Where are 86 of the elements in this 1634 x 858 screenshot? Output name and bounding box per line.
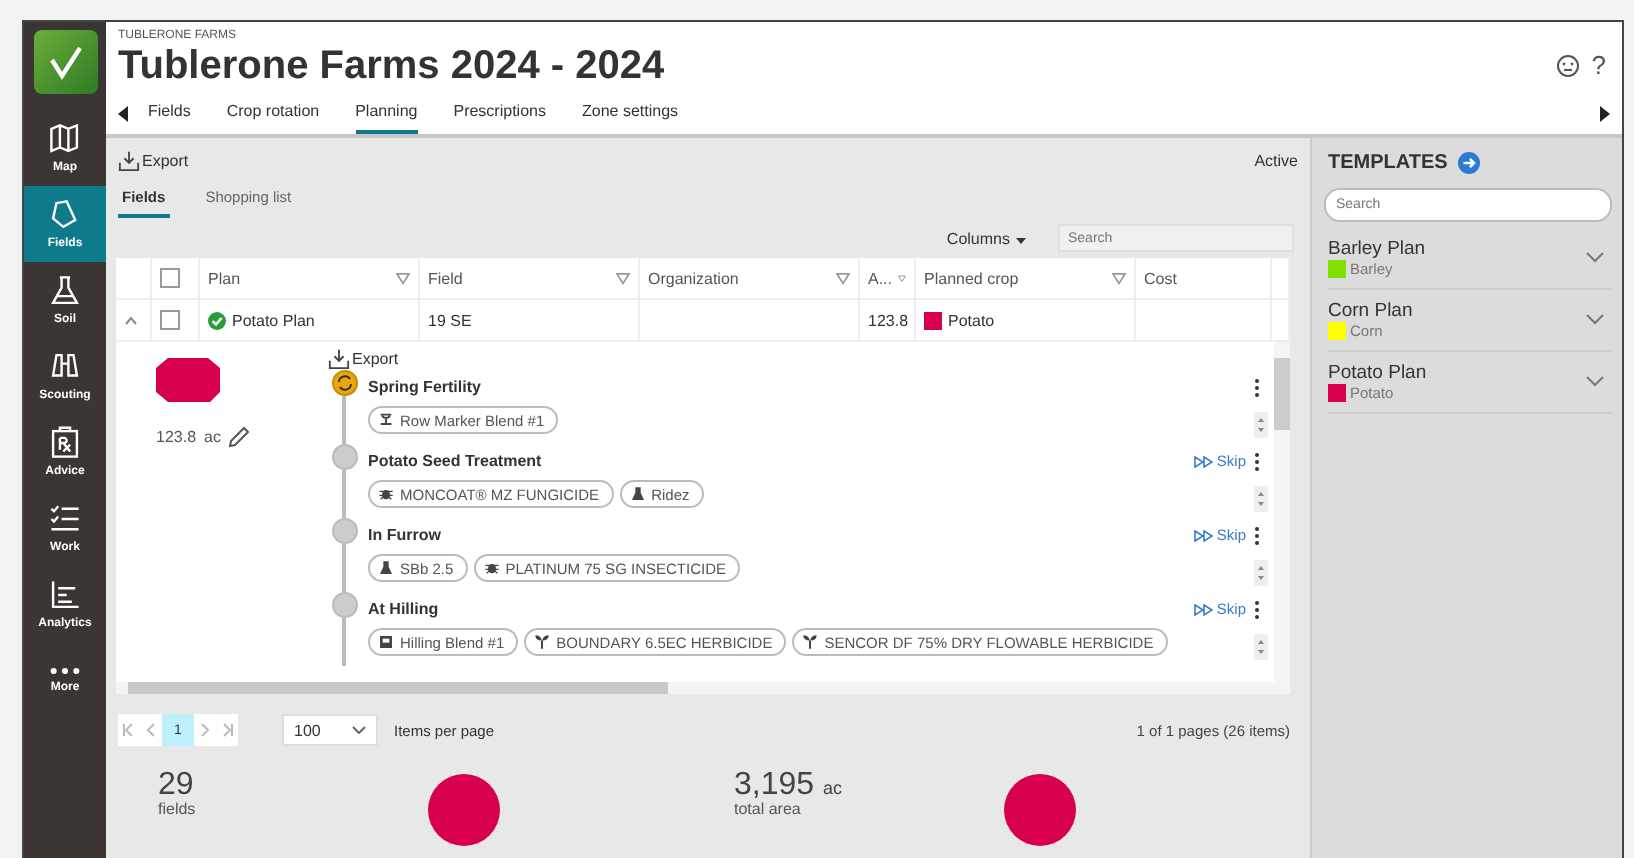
skip-icon	[1194, 529, 1215, 541]
tab[interactable]: Zone settings	[581, 94, 679, 134]
download-icon	[328, 348, 350, 370]
template-name[interactable]: Barley Plan	[1328, 238, 1426, 260]
bug-icon	[483, 560, 500, 576]
download-icon	[118, 150, 140, 172]
row-checkbox[interactable]	[160, 310, 180, 330]
help-button[interactable]: ?	[1591, 50, 1606, 80]
flask-icon	[378, 560, 394, 576]
columns-dropdown[interactable]: Columns	[934, 227, 1038, 249]
field-shape	[156, 358, 220, 402]
table-cell: 19 SE	[420, 300, 640, 340]
column-header[interactable]: Organization	[640, 258, 860, 298]
bug-icon	[378, 486, 394, 502]
page-size-dropdown[interactable]: 100	[282, 714, 378, 746]
step-name: At Hilling	[368, 600, 441, 618]
flask-icon	[48, 274, 82, 308]
more-icon[interactable]	[1254, 377, 1260, 397]
filter-icon[interactable]	[1112, 271, 1126, 285]
select-all-checkbox[interactable]	[160, 268, 180, 288]
tab[interactable]: Fields	[148, 94, 191, 134]
rx-icon	[48, 426, 82, 460]
column-header[interactable]: Plan	[200, 258, 420, 298]
reorder-icon[interactable]	[1254, 411, 1268, 437]
reorder-icon[interactable]	[1254, 633, 1268, 659]
tab[interactable]: Planning	[355, 94, 418, 134]
scroll-right-icon[interactable]	[1600, 106, 1610, 122]
chevron-down-icon	[352, 726, 366, 734]
skip-icon	[1194, 455, 1215, 467]
smiley-icon[interactable]	[1555, 53, 1580, 77]
column-header[interactable]: Planned crop	[916, 258, 1136, 298]
column-header[interactable]: Cost	[1136, 258, 1272, 298]
stat-value: 3,195 ac	[734, 770, 845, 802]
field-area: 123.8	[156, 428, 197, 446]
pie-chart-drawing	[1004, 774, 1076, 846]
status-label: Active	[1254, 152, 1298, 170]
chevron-down-icon[interactable]	[1586, 376, 1604, 388]
caret-icon	[1016, 237, 1026, 243]
table-cell: Potato	[916, 300, 1136, 340]
tab[interactable]: Crop rotation	[226, 94, 320, 134]
tab[interactable]: Prescriptions	[453, 94, 546, 134]
export-button[interactable]: Export	[328, 348, 399, 370]
filter-icon[interactable]	[898, 271, 906, 285]
map-icon	[48, 122, 82, 156]
app-logo[interactable]	[33, 30, 97, 94]
bag-icon	[378, 634, 394, 650]
skip-icon	[1194, 603, 1215, 615]
column-header[interactable]: Field	[420, 258, 640, 298]
stat-label: fields	[158, 802, 198, 818]
flask-icon	[629, 486, 646, 502]
column-header[interactable]: A...	[860, 258, 916, 298]
scrollbar-thumb[interactable]	[1274, 358, 1290, 430]
table-cell: 123.8	[860, 300, 916, 340]
chart-icon	[48, 578, 82, 612]
stat-label: total area	[734, 802, 803, 818]
step-name: In Furrow	[368, 526, 443, 544]
area-unit: ac	[204, 428, 221, 446]
dots-icon	[48, 666, 82, 676]
step-name: Spring Fertility	[368, 378, 483, 396]
filter-icon[interactable]	[836, 271, 850, 285]
reorder-icon[interactable]	[1254, 559, 1268, 585]
more-icon[interactable]	[1254, 451, 1260, 471]
pie-chart-drawing	[428, 774, 500, 846]
filter-icon[interactable]	[616, 271, 630, 285]
export-button[interactable]: Export	[118, 150, 189, 172]
more-icon[interactable]	[1254, 525, 1260, 545]
sprout-icon	[802, 634, 819, 650]
chevron-down-icon[interactable]	[1586, 252, 1604, 264]
field-icon	[48, 198, 82, 232]
chevron-down-icon[interactable]	[1586, 314, 1604, 326]
table-cell: Potato Plan	[200, 300, 420, 340]
sprout-icon	[534, 634, 551, 650]
step-name: Potato Seed Treatment	[368, 452, 544, 470]
list-icon	[48, 502, 82, 536]
filter-icon[interactable]	[396, 271, 410, 285]
template-name[interactable]: Corn Plan	[1328, 300, 1413, 322]
stat-value: 29	[158, 770, 196, 802]
arrow-right-icon[interactable]	[1457, 152, 1480, 174]
scroll-left-icon[interactable]	[118, 106, 128, 122]
reorder-icon[interactable]	[1254, 485, 1268, 511]
scrollbar-thumb[interactable]	[128, 682, 668, 694]
pencil-icon[interactable]	[228, 426, 251, 448]
template-name[interactable]: Potato Plan	[1328, 362, 1427, 384]
more-icon[interactable]	[1254, 599, 1260, 619]
panel-title: TEMPLATES	[1328, 152, 1448, 174]
page-title: Tublerone Farms 2024 - 2024	[118, 44, 665, 90]
